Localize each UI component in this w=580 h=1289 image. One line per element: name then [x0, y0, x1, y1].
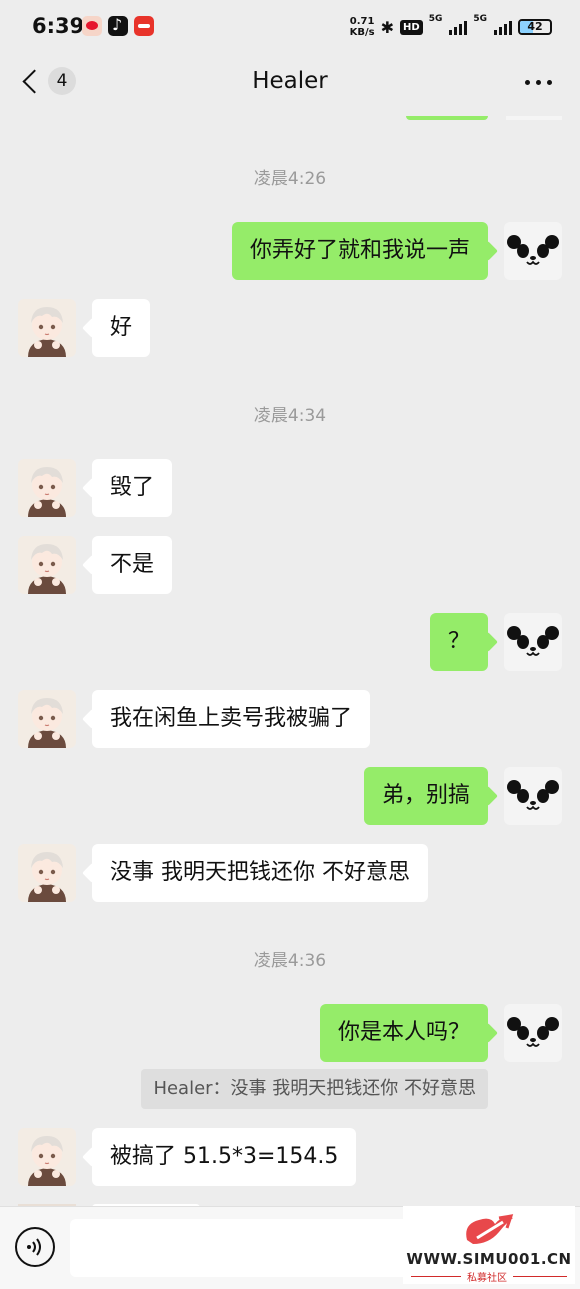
sent-message-bubble[interactable]: 你是本人吗？ — [319, 1004, 488, 1062]
message-text: ？ — [447, 629, 470, 654]
bluetooth-icon: ✱ — [380, 17, 395, 37]
my-avatar[interactable] — [504, 613, 562, 671]
contact-avatar[interactable] — [18, 690, 76, 748]
message-text: 被搞了 51.5*3=154.5 — [110, 1144, 339, 1169]
message-timestamp: 凌晨4:26 — [253, 169, 327, 189]
anime-character-icon — [18, 536, 76, 594]
panda-face-icon — [504, 767, 562, 825]
panda-face-icon — [504, 1004, 562, 1062]
battery-icon: 42 — [518, 19, 552, 35]
message-text: 不是 — [110, 552, 155, 577]
hd-icon: HD — [400, 19, 423, 35]
contact-avatar[interactable] — [18, 299, 76, 357]
quoted-message[interactable]: Healer：没事 我明天把钱还你 不好意思 — [141, 1069, 488, 1109]
previous-avatar — [506, 116, 562, 120]
anime-character-icon — [18, 459, 76, 517]
sent-message-bubble[interactable]: 你弄好了就和我说一声 — [231, 222, 488, 280]
status-indicators: 0.71 KB/s ✱ HD 5G 5G 42 — [350, 14, 552, 40]
message-text: 我在闲鱼上卖号我被骗了 — [110, 706, 353, 731]
contact-avatar[interactable] — [18, 459, 76, 517]
anime-character-icon — [18, 1128, 76, 1186]
anime-character-icon — [18, 690, 76, 748]
status-bar: 6:39 0.71 KB/s ✱ HD 5G 5G 42 — [0, 0, 580, 54]
network-speed: 0.71 KB/s — [349, 16, 375, 38]
signal-icon — [494, 19, 512, 35]
anime-character-icon — [18, 299, 76, 357]
previous-message-bubble[interactable] — [406, 116, 488, 120]
chat-header: 4 Healer — [0, 54, 580, 116]
signal1-label: 5G — [428, 14, 443, 24]
signal2-label: 5G — [473, 14, 487, 24]
panda-face-icon — [504, 613, 562, 671]
watermark: WWW.SIMU001.CN 私募社区 — [403, 1206, 575, 1284]
status-time: 6:39 — [32, 14, 85, 38]
contact-avatar[interactable] — [18, 844, 76, 902]
chat-title: Healer — [252, 68, 328, 94]
contact-avatar[interactable] — [18, 536, 76, 594]
message-text: 毁了 — [110, 475, 155, 500]
received-message-bubble[interactable]: 好 — [92, 299, 151, 357]
anime-character-icon — [18, 844, 76, 902]
voice-input-button[interactable] — [15, 1227, 55, 1267]
received-message-bubble[interactable]: 我在闲鱼上卖号我被骗了 — [92, 690, 371, 748]
sent-message-bubble[interactable]: 弟，别搞 — [363, 767, 488, 825]
my-avatar[interactable] — [504, 222, 562, 280]
more-options-button[interactable] — [525, 80, 552, 85]
contact-avatar[interactable] — [18, 1128, 76, 1186]
battery-level: 42 — [527, 20, 543, 33]
message-timestamp: 凌晨4:34 — [253, 406, 327, 426]
watermark-logo-icon — [466, 1214, 514, 1244]
received-message-bubble[interactable]: 毁了 — [92, 459, 173, 517]
received-message-bubble[interactable]: 没事 我明天把钱还你 不好意思 — [92, 844, 428, 902]
received-message-bubble[interactable]: 不是 — [92, 536, 173, 594]
more-dots-icon — [525, 80, 530, 85]
watermark-site: WWW.SIMU001.CN — [406, 1250, 572, 1268]
message-text: 没事 我明天把钱还你 不好意思 — [110, 860, 410, 885]
community-app-icon — [134, 16, 154, 36]
my-avatar[interactable] — [504, 767, 562, 825]
douyin-icon — [108, 15, 128, 36]
message-input[interactable] — [70, 1219, 430, 1277]
message-text: 你弄好了就和我说一声 — [249, 238, 470, 263]
signal-icon — [449, 19, 468, 35]
voice-icon — [27, 1238, 41, 1256]
message-timestamp: 凌晨4:36 — [253, 951, 327, 971]
message-text: 好 — [110, 315, 133, 340]
received-message-bubble[interactable]: 被搞了 51.5*3=154.5 — [92, 1128, 357, 1186]
my-avatar[interactable] — [504, 1004, 562, 1062]
panda-face-icon — [504, 222, 562, 280]
message-text: 你是本人吗？ — [337, 1020, 470, 1045]
message-text: 弟，别搞 — [381, 783, 470, 808]
message-list[interactable]: 凌晨4:26 你弄好了就和我说一声 好 凌晨4:34 毁了 不是 ？ 我在闲鱼上… — [0, 116, 580, 1206]
watermark-name: 私募社区 — [461, 1269, 513, 1284]
weibo-icon — [82, 16, 102, 36]
sent-message-bubble[interactable]: ？ — [429, 613, 488, 671]
